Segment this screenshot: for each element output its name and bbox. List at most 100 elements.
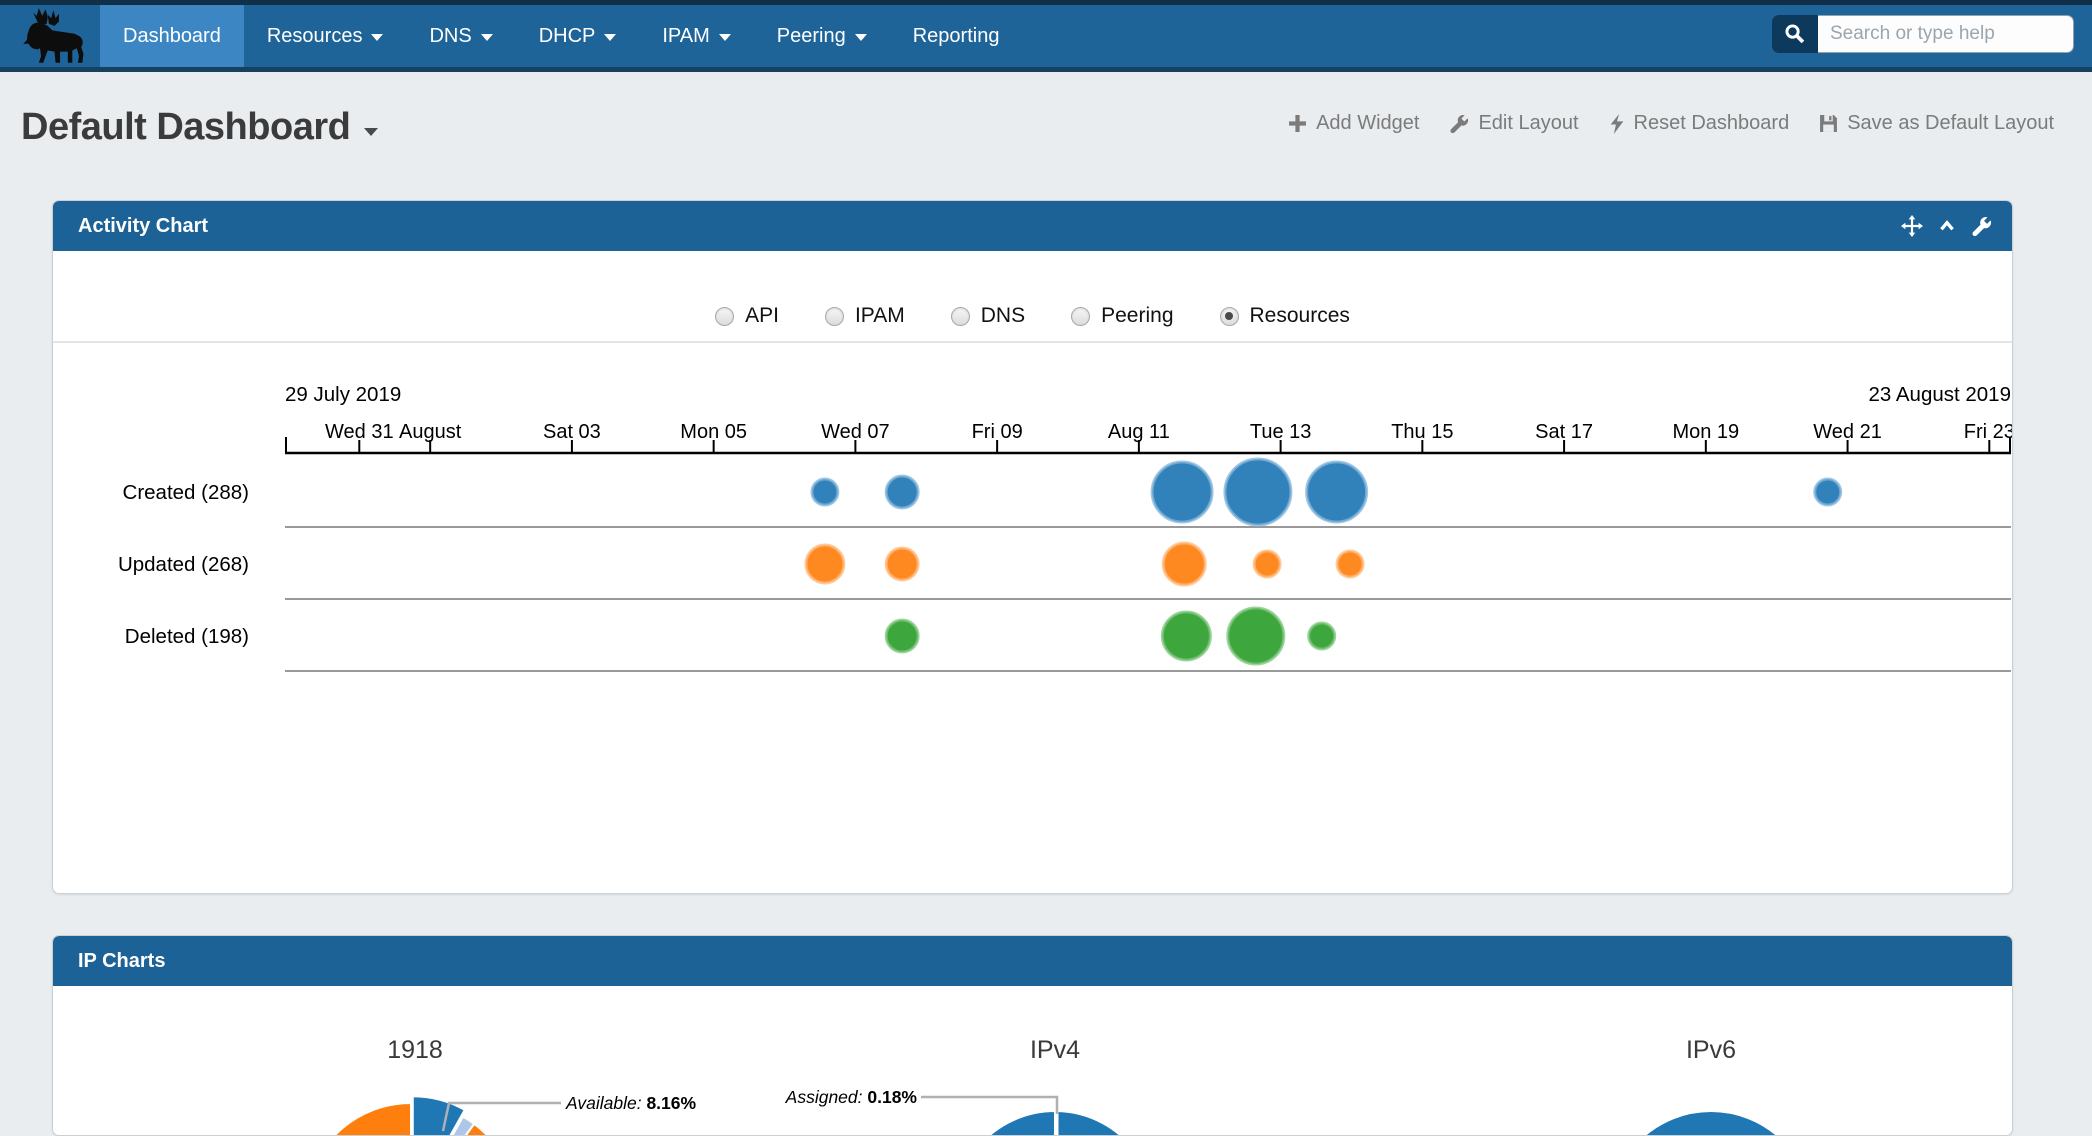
add-widget-button[interactable]: Add Widget [1288,112,1419,135]
axis-tick-label: Sat 03 [543,421,601,443]
ip-pie-charts: 1918 IPv4 IPv6 Available: 8.16% Assigned: 0.… [53,986,2012,1136]
filter-label: IPAM [855,304,905,328]
filter-label: DNS [981,304,1025,328]
filter-radio-ipam[interactable]: IPAM [825,304,905,328]
activity-bubble-updated [806,545,844,583]
activity-row-created: Created (288) [123,459,2011,527]
wrench-icon [1449,114,1469,134]
pie-slice [305,1103,517,1136]
axis-tick-label: Fri 09 [972,421,1023,443]
nav-item-dhcp[interactable]: DHCP [516,5,640,67]
callout-assigned: Assigned: 0.18% [785,1087,1057,1114]
filter-radio-api[interactable]: API [715,304,779,328]
reset-dashboard-button[interactable]: Reset Dashboard [1609,112,1790,135]
radio-icon [825,307,844,326]
activity-row-deleted: Deleted (198) [125,608,2011,671]
axis-tick-label: Fri 23 [1964,421,2012,443]
activity-bubble-created [1307,462,1367,522]
action-label: Reset Dashboard [1634,112,1790,135]
axis-tick-label: Mon 05 [680,421,747,443]
page-title: Default Dashboard [21,106,350,149]
activity-bubble-chart: 29 July 201923 August 2019Wed 31AugustSa… [53,251,2012,894]
nav-item-resources[interactable]: Resources [244,5,407,67]
ip-panel-header: IP Charts [53,936,2012,986]
settings-wrench-icon[interactable] [1971,216,1992,237]
axis-tick-label: Aug 11 [1108,421,1170,443]
radio-icon [1220,307,1239,326]
activity-bubble-updated [886,548,918,580]
filter-radio-dns[interactable]: DNS [951,304,1025,328]
activity-bubble-updated [1254,551,1280,577]
chevron-down-icon [481,34,493,41]
nav-item-ipam[interactable]: IPAM [639,5,753,67]
save-icon [1819,114,1838,133]
collapse-icon[interactable] [1937,216,1957,236]
chevron-down-icon [604,34,616,41]
pie-title: IPv4 [1030,1036,1080,1064]
ip-panel-title: IP Charts [53,950,165,973]
move-icon[interactable] [1901,215,1923,237]
row-label: Created (288) [123,481,249,504]
nav-item-label: DNS [429,25,471,48]
pie-chart-ipv6: IPv6 [1609,1036,1813,1136]
activity-bubble-created [1815,479,1841,505]
activity-bubble-created [886,476,918,508]
plus-icon [1288,114,1307,133]
nav-item-dashboard[interactable]: Dashboard [100,5,244,67]
save-as-default-layout-button[interactable]: Save as Default Layout [1819,112,2054,135]
chevron-down-icon [855,34,867,41]
filter-radio-resources[interactable]: Resources [1220,304,1350,328]
activity-panel-title: Activity Chart [53,215,208,238]
top-navbar: Dashboard Resources DNS DHCP IPAM Peering Repo… [0,0,2092,72]
ip-charts-panel: IP Charts 1918 IPv4 IPv6 Available: 8.16% As… [52,935,2013,1136]
activity-bubble-deleted [886,620,918,652]
axis-tick-label: Sat 17 [1535,421,1593,443]
activity-chart-panel: Activity Chart [52,200,2013,894]
edit-layout-button[interactable]: Edit Layout [1449,112,1578,135]
activity-bubble-deleted [1162,612,1210,660]
filter-radio-peering[interactable]: Peering [1071,304,1173,328]
pie-chart-ipv4: IPv4 [955,1036,1155,1136]
activity-bubble-updated [1163,543,1205,585]
pie-title: 1918 [387,1036,443,1064]
nav-item-label: Reporting [913,25,1000,48]
svg-text:Assigned: 0.18%: Assigned: 0.18% [785,1087,918,1107]
activity-chart-body: APIIPAMDNSPeeringResources 29 July 20192… [53,251,2012,894]
dashboard-toolbar: Add Widget Edit Layout Reset Dashboard Save… [1288,112,2054,135]
nav-item-dns[interactable]: DNS [406,5,515,67]
activity-filter-group: API IPAM DNS Peering Resources [53,304,2012,328]
activity-bubble-created [1225,459,1291,525]
nav-item-label: DHCP [539,25,596,48]
activity-bubble-created [1152,462,1212,522]
search-input[interactable] [1818,15,2074,53]
chevron-down-icon [371,34,383,41]
axis-tick-label: Wed 21 [1813,421,1882,443]
axis-tick-label: Wed 31 [325,421,394,443]
dashboard-select-caret-icon[interactable] [364,128,378,136]
axis-tick-label: Mon 19 [1672,421,1739,443]
callout-available: Available: 8.16% [443,1093,696,1131]
radio-icon [715,307,734,326]
activity-bubble-updated [1337,551,1363,577]
nav-item-reporting[interactable]: Reporting [890,5,1023,67]
moose-logo-icon[interactable] [0,5,100,67]
svg-text:Available: 8.16%: Available: 8.16% [565,1093,696,1113]
action-label: Save as Default Layout [1847,112,2054,135]
nav-item-label: Peering [777,25,846,48]
radio-icon [951,307,970,326]
range-end-label: 23 August 2019 [1869,383,2012,406]
navbar-bottom-border [0,67,2092,72]
bolt-icon [1609,114,1625,134]
search-button[interactable] [1772,15,1818,53]
pie-title: IPv6 [1686,1036,1736,1064]
axis-tick-label: Tue 13 [1250,421,1312,443]
nav-item-peering[interactable]: Peering [754,5,890,67]
nav-item-label: IPAM [662,25,709,48]
radio-icon [1071,307,1090,326]
time-axis: Wed 31AugustSat 03Mon 05Wed 07Fri 09Aug … [285,421,2012,453]
filter-label: Peering [1101,304,1173,328]
nav-item-label: Resources [267,25,363,48]
activity-bubble-created [812,479,838,505]
pie-slice [1609,1111,1813,1136]
filter-label: Resources [1250,304,1350,328]
